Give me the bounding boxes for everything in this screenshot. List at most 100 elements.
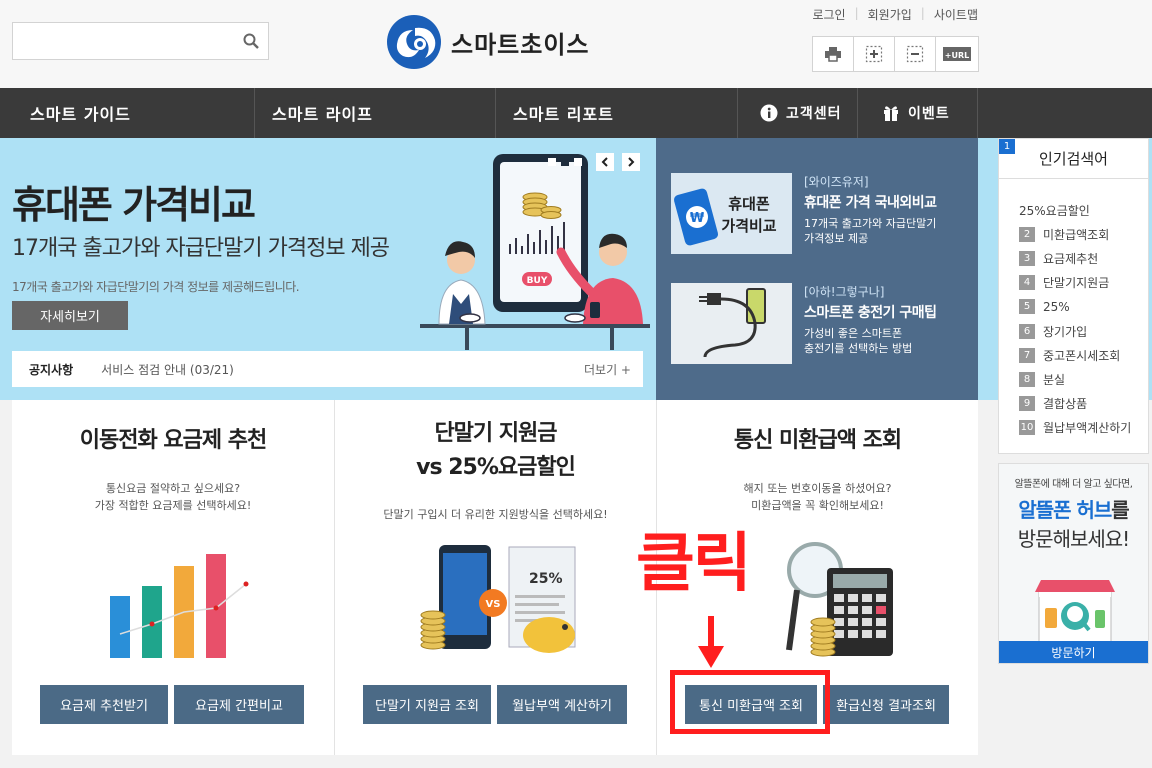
detail-button[interactable]: 자세히보기 (12, 301, 128, 330)
main-banner: 휴대폰 가격비교 17개국 출고가와 자급단말기 가격정보 제공 17개국 출고… (0, 138, 656, 400)
popular-keyword: 25% (1043, 299, 1070, 314)
popular-keyword: 장기가입 (1043, 324, 1088, 339)
popular-item[interactable]: 6 장기가입 (1019, 319, 1148, 343)
phone-vs-discount-illustration: 25% VS (420, 545, 576, 653)
popular-item[interactable]: 7 중고폰시세조회 (1019, 343, 1148, 367)
monthly-payment-calc-button[interactable]: 월납부액 계산하기 (497, 685, 627, 724)
news-thumbnail: ₩ 휴대폰 가격비교 (671, 173, 792, 254)
popular-item[interactable]: 8 분실 (1019, 367, 1148, 391)
banner-illustration: BUY (420, 154, 650, 350)
banner-subtitle: 17개국 출고가와 자급단말기 가격정보 제공 (12, 236, 390, 261)
news-item-price-compare[interactable]: ₩ 휴대폰 가격비교 [와이즈유저] 휴대폰 가격 국내외비교 17개국 출고가… (671, 173, 976, 255)
card-title-line1: 단말기 지원금 (434, 421, 557, 446)
zoom-out-button[interactable] (895, 37, 936, 71)
popular-title: 인기검색어 (999, 139, 1148, 179)
news-desc-line1: 가성비 좋은 스마트폰 (804, 327, 903, 340)
popular-item[interactable]: 9 결합상품 (1019, 392, 1148, 416)
search-box (12, 22, 269, 60)
nav-divider (495, 88, 496, 138)
charger-thumb-icon (699, 288, 766, 358)
notice-label: 공지사항 (29, 362, 74, 377)
zoom-in-icon (865, 45, 883, 63)
news-desc-line2: 충전기를 선택하는 방법 (804, 342, 913, 355)
click-annotation: 클릭 (636, 527, 752, 601)
service-cards: 이동전화 요금제 추천 통신요금 절약하고 싶으세요? 가장 적합한 요금제를 … (12, 400, 978, 755)
rank-badge: 1 (999, 139, 1015, 154)
info-icon (760, 104, 778, 122)
news-item-charger-tip[interactable]: [아하!그렇구나] 스마트폰 충전기 구매팁 가성비 좋은 스마트폰 충전기를 … (671, 283, 976, 365)
nav-divider (977, 88, 978, 138)
nav-smart-life[interactable]: 스마트 라이프 (272, 88, 373, 138)
search-input[interactable] (13, 23, 233, 59)
rank-badge: 2 (1019, 226, 1035, 242)
news-tag: [아하!그렇구나] (804, 285, 885, 299)
popular-item[interactable]: 4 단말기지원금 (1019, 271, 1148, 295)
separator: | (854, 6, 859, 20)
popular-keyword: 결합상품 (1043, 397, 1088, 412)
login-link[interactable]: 로그인 (812, 6, 845, 23)
nav-support-center[interactable]: 고객센터 (760, 88, 842, 138)
rank-badge: 7 (1019, 347, 1035, 363)
refund-result-button[interactable]: 환급신청 결과조회 (823, 685, 949, 724)
card-subsidy-vs-discount: 단말기 지원금 vs 25%요금할인 단말기 구입시 더 유리한 지원방식을 선… (334, 400, 656, 755)
popular-item[interactable]: 2 미환급액조회 (1019, 222, 1148, 246)
popular-searches: 인기검색어 1 25%요금할인 2 미환급액조회 3 요금제추천 4 단말기지원금 5 25% 6 장… (998, 138, 1149, 454)
nav-divider (857, 88, 858, 138)
popular-keyword: 25%요금할인 (1019, 203, 1090, 218)
popular-keyword: 분실 (1043, 372, 1066, 387)
buy-label: BUY (527, 276, 548, 286)
ad-line2: 알뜰폰 허브를 (999, 494, 1148, 523)
calculator-illustration (786, 542, 893, 657)
url-button[interactable]: +URL (936, 37, 978, 71)
ad-line1: 알뜰폰에 대해 더 알고 싶다면, (1014, 479, 1133, 490)
card-title-line2: vs 25%요금할인 (416, 455, 576, 480)
next-slide-button[interactable] (622, 153, 640, 171)
brand-name: 스마트초이스 (451, 30, 590, 59)
print-button[interactable] (813, 37, 854, 71)
sitemap-link[interactable]: 사이트맵 (934, 6, 978, 23)
prev-slide-button[interactable] (596, 153, 614, 171)
thumb-text-1: 휴대폰 (728, 195, 770, 213)
rank-badge: 3 (1019, 250, 1035, 266)
signup-link[interactable]: 회원가입 (868, 6, 912, 23)
utility-links: 로그인 | 회원가입 | 사이트맵 (812, 6, 978, 23)
notice-more-link[interactable]: 더보기 + (584, 361, 631, 378)
ad-line3: 방문해보세요! (1017, 527, 1130, 551)
notice-link[interactable]: 서비스 점검 안내 (03/21) (101, 361, 234, 378)
zoom-out-icon (906, 45, 924, 63)
card-title: 이동전화 요금제 추천 (79, 428, 267, 453)
popular-item[interactable]: 10 월납부액계산하기 (1019, 416, 1148, 440)
subsidy-lookup-button[interactable]: 단말기 지원금 조회 (363, 685, 491, 724)
nav-event[interactable]: 이벤트 (882, 88, 950, 138)
thumb-text-2: 가격비교 (721, 217, 776, 235)
popular-item[interactable]: 3 요금제추천 (1019, 246, 1148, 270)
nav-smart-guide[interactable]: 스마트 가이드 (30, 88, 131, 138)
news-title: 스마트폰 충전기 구매팁 (804, 305, 937, 321)
rank-badge: 9 (1019, 396, 1035, 412)
bar-graph-illustration (110, 554, 249, 658)
card-desc-line1: 통신요금 절약하고 싶으세요? (105, 482, 241, 495)
card-desc-line2: 가장 적합한 요금제를 선택하세요! (94, 499, 252, 512)
mvno-hub-ad[interactable]: 알뜰폰에 대해 더 알고 싶다면, 알뜰폰 허브를 방문해보세요! 방문하기 (998, 463, 1149, 664)
site-logo[interactable]: 스마트초이스 (385, 14, 589, 70)
nav-smart-report[interactable]: 스마트 리포트 (513, 88, 614, 138)
popular-item[interactable]: 1 25%요금할인 (999, 139, 1148, 222)
main-nav: 스마트 가이드 스마트 라이프 스마트 리포트 고객센터 이벤트 (0, 88, 1152, 138)
slide-indicator-icon (548, 158, 582, 166)
chevron-right-icon (628, 157, 635, 167)
tool-buttons: +URL (812, 36, 979, 72)
card-desc-line1: 해지 또는 번호이동을 하셨어요? (743, 482, 892, 495)
zoom-in-button[interactable] (854, 37, 895, 71)
store-illustration-icon (1035, 580, 1115, 642)
plan-compare-button[interactable]: 요금제 간편비교 (174, 685, 304, 724)
visit-button[interactable]: 방문하기 (999, 641, 1148, 663)
chevron-left-icon (601, 157, 608, 167)
search-icon[interactable] (242, 32, 260, 50)
popular-item[interactable]: 5 25% (1019, 295, 1148, 319)
gift-icon (884, 106, 898, 121)
print-icon (825, 47, 841, 62)
plan-recommend-button[interactable]: 요금제 추천받기 (40, 685, 168, 724)
card-plan-recommend: 이동전화 요금제 추천 통신요금 절약하고 싶으세요? 가장 적합한 요금제를 … (12, 400, 334, 755)
event-label: 이벤트 (908, 106, 950, 122)
news-panel: ₩ 휴대폰 가격비교 [와이즈유저] 휴대폰 가격 국내외비교 17개국 출고가… (656, 138, 978, 400)
